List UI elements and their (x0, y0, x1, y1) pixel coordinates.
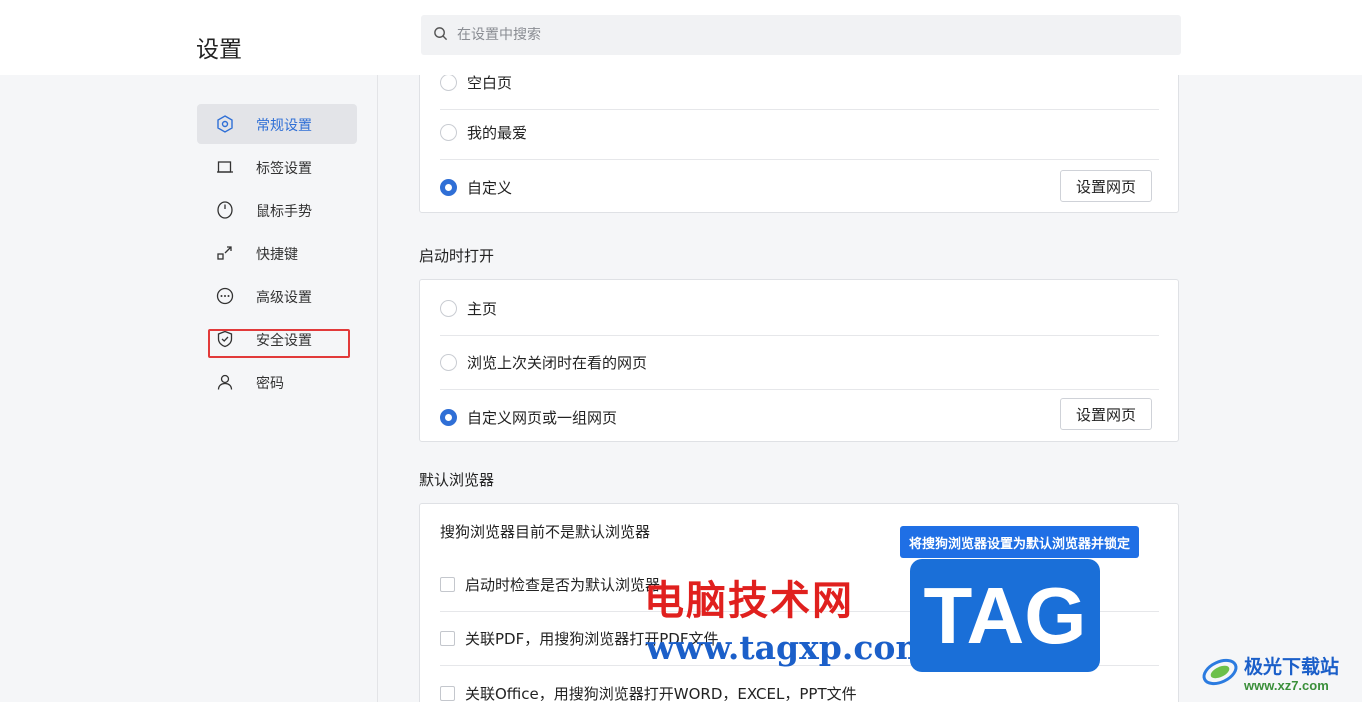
checkbox-label: 关联Office，用搜狗浏览器打开WORD，EXCEL，PPT文件 (465, 684, 857, 702)
option-label: 我的最爱 (467, 124, 528, 142)
hexagon-gear-icon (216, 115, 234, 133)
radio-button[interactable] (440, 354, 457, 371)
sidebar-item-label: 常规设置 (256, 118, 312, 134)
search-icon (433, 26, 448, 45)
option-label: 空白页 (467, 75, 513, 92)
watermark-tag-badge: TAG (910, 559, 1100, 672)
section-title-startup: 启动时打开 (419, 247, 495, 265)
shortcut-arrow-icon (216, 244, 234, 262)
sidebar-item-label: 安全设置 (256, 333, 312, 349)
radio-button-checked[interactable] (440, 408, 457, 426)
sidebar-item-label: 快捷键 (256, 247, 298, 263)
sidebar-item-label: 标签设置 (256, 161, 312, 177)
homepage-options-card: 空白页 我的最爱 自定义 设置网页 (419, 75, 1179, 213)
radio-row[interactable]: 我的最爱 (440, 106, 1159, 160)
sidebar-item-label: 鼠标手势 (256, 204, 312, 220)
watermark-site-name: 电脑技术网 (644, 578, 854, 624)
sidebar-item-tabs[interactable]: 标签设置 (197, 147, 357, 187)
radio-row[interactable]: 自定义 (440, 160, 1159, 214)
search-input[interactable] (457, 27, 1137, 43)
more-dots-icon (216, 287, 234, 305)
set-pages-button[interactable]: 设置网页 (1060, 170, 1153, 202)
option-label: 自定义网页或一组网页 (467, 408, 618, 427)
aurora-logo-icon (1200, 650, 1240, 690)
watermark-logo-name: 极光下载站 (1244, 656, 1340, 678)
sidebar-item-mouse-gestures[interactable]: 鼠标手势 (197, 190, 357, 230)
checkbox[interactable] (440, 631, 455, 646)
watermark-site-url: www.tagxp.com (646, 628, 931, 667)
user-icon (216, 373, 234, 391)
shield-icon (216, 330, 234, 348)
watermark-tag-text: TAG (923, 570, 1087, 660)
startup-options-card: 主页 浏览上次关闭时在看的网页 自定义网页或一组网页 设置网页 (419, 279, 1179, 442)
header: 设置 (0, 0, 1362, 75)
watermark-logo-url: www.xz7.com (1244, 678, 1329, 693)
sidebar-item-advanced[interactable]: 高级设置 (197, 276, 357, 316)
sidebar-item-security[interactable]: 安全设置 (197, 319, 357, 359)
main-content[interactable]: 空白页 我的最爱 自定义 设置网页 启动时打开 主页 浏览上次关闭时在看的网页 … (379, 75, 1362, 702)
sidebar-item-general[interactable]: 常规设置 (197, 104, 357, 144)
tab-icon (216, 158, 234, 176)
option-label: 自定义 (467, 178, 513, 197)
option-label: 浏览上次关闭时在看的网页 (467, 354, 648, 372)
sidebar-item-passwords[interactable]: 密码 (197, 362, 357, 402)
section-title-default-browser: 默认浏览器 (419, 471, 495, 489)
checkbox-label: 启动时检查是否为默认浏览器 (465, 576, 661, 594)
sidebar-item-shortcuts[interactable]: 快捷键 (197, 233, 357, 273)
radio-row[interactable]: 自定义网页或一组网页 (440, 390, 1159, 444)
radio-row[interactable]: 浏览上次关闭时在看的网页 (440, 336, 1159, 390)
search-bar[interactable] (421, 15, 1181, 55)
sidebar-item-label: 密码 (256, 376, 284, 392)
radio-button[interactable] (440, 75, 457, 91)
checkbox[interactable] (440, 685, 455, 701)
page-title: 设置 (196, 37, 242, 63)
set-default-browser-button[interactable]: 将搜狗浏览器设置为默认浏览器并锁定 (900, 526, 1140, 558)
radio-row[interactable]: 空白页 (440, 75, 1159, 110)
default-browser-status: 搜狗浏览器目前不是默认浏览器 (440, 522, 651, 541)
radio-button-checked[interactable] (440, 178, 457, 196)
option-label: 主页 (467, 300, 498, 318)
radio-row[interactable]: 主页 (440, 282, 1159, 336)
checkbox[interactable] (440, 577, 455, 592)
sidebar-item-label: 高级设置 (256, 290, 312, 306)
radio-button[interactable] (440, 300, 457, 317)
set-pages-button[interactable]: 设置网页 (1060, 398, 1153, 430)
radio-button[interactable] (440, 124, 457, 141)
mouse-icon (216, 201, 234, 219)
